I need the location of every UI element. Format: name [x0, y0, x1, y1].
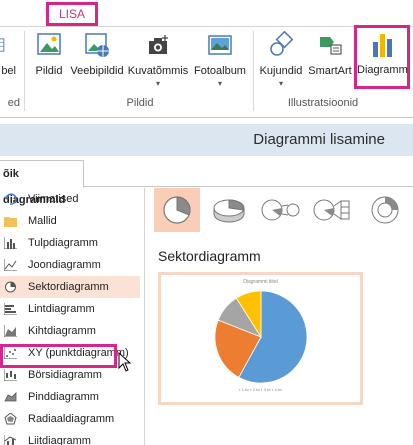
preview-pie-chart [214, 290, 308, 384]
online-pictures-icon [85, 33, 109, 57]
list-item-surface[interactable]: Pinddiagramm [0, 386, 140, 408]
column-chart-icon [4, 237, 17, 249]
list-item-combo[interactable]: Liitdiagramm [0, 430, 140, 445]
veebipildid-label: Veebipildid [70, 65, 124, 77]
ribbon: LISA bel ed Pildid Veebipildid Kuvatõmmi… [0, 0, 413, 118]
chart-preview: Diagrammi tiitel ▪ 1.kv ▪ 2.kv ▪ 3.kv ▪ … [158, 272, 363, 405]
kujundid-button[interactable]: Kujundid ▾ [256, 31, 306, 107]
surface-chart-icon [4, 392, 17, 402]
subtype-bar-of-pie[interactable] [310, 188, 356, 232]
list-item-bar[interactable]: Lintdiagramm [0, 298, 140, 320]
photo-album-icon [208, 35, 232, 55]
table-button-label: bel [1, 65, 16, 77]
chevron-down-icon: ▾ [155, 79, 160, 88]
3d-pie-subtype-icon [213, 199, 245, 223]
ribbon-body: bel ed Pildid Veebipildid Kuvatõmmis ▾ F… [0, 26, 413, 118]
combo-chart-icon [4, 435, 17, 445]
chevron-down-icon: ▾ [278, 79, 283, 88]
smartart-label: SmartArt [308, 65, 352, 77]
list-item-line[interactable]: Joondiagramm [0, 254, 140, 276]
dialog-tabstrip: õik diagrammid [0, 156, 413, 206]
diagramm-button[interactable]: Diagramm [354, 25, 410, 89]
line-chart-icon [4, 259, 17, 271]
subtype-pie[interactable] [154, 188, 200, 232]
chart-type-list: Viimatised Mallid Tulpdiagramm Joondiagr… [0, 188, 145, 445]
table-button[interactable]: bel [0, 31, 16, 107]
fotoalbum-label: Fotoalbum [194, 65, 246, 77]
subtype-title: Sektordiagramm [158, 248, 261, 264]
bar-chart-icon [4, 303, 17, 315]
bar-of-pie-subtype-icon [313, 199, 350, 221]
list-item-column[interactable]: Tulpdiagramm [0, 232, 140, 254]
list-item-area[interactable]: Kihtdiagramm [0, 320, 140, 342]
list-item-radar[interactable]: Radiaaldiagramm [0, 408, 140, 430]
subtype-doughnut[interactable] [362, 188, 408, 232]
chart-subtype-pane: Sektordiagramm Diagrammi tiitel ▪ 1.kv ▪… [146, 188, 413, 445]
list-item-pie[interactable]: Sektordiagramm [0, 276, 140, 298]
recent-icon [4, 193, 17, 205]
fotoalbum-button[interactable]: Fotoalbum ▾ [190, 31, 250, 107]
preview-chart-title: Diagrammi tiitel [243, 279, 278, 285]
pie-chart-icon [5, 281, 16, 293]
subtype-gallery [154, 188, 409, 238]
selection-highlight [0, 344, 117, 368]
separator [253, 31, 254, 111]
preview-legend: ▪ 1.kv ▪ 2.kv ▪ 3.kv ▪ 4.kv [239, 387, 282, 392]
kuvatommis-button[interactable]: Kuvatõmmis ▾ [126, 31, 190, 107]
group-label-pildid: Pildid [126, 97, 154, 109]
subtype-3d-pie[interactable] [206, 188, 252, 232]
tab-lisa[interactable]: LISA [46, 2, 98, 26]
list-item-recent[interactable]: Viimatised [0, 188, 140, 210]
stock-chart-icon [4, 369, 17, 381]
list-item-templates[interactable]: Mallid [0, 210, 140, 232]
subtype-pie-of-pie[interactable] [258, 188, 304, 232]
dialog-title: Diagrammi lisamine [253, 131, 385, 148]
screenshot-icon [149, 35, 168, 54]
pildid-button[interactable]: Pildid [30, 31, 68, 107]
veebipildid-button[interactable]: Veebipildid [68, 31, 126, 107]
area-chart-icon [4, 325, 17, 337]
chart-icon [373, 34, 392, 57]
pie-subtype-icon [163, 196, 191, 224]
smartart-button[interactable]: SmartArt [306, 31, 354, 107]
smartart-icon [320, 37, 342, 55]
dialog-titlebar: Diagrammi lisamine [0, 124, 413, 156]
insert-chart-dialog: Diagrammi lisamine õik diagrammid Viimat… [0, 118, 413, 445]
group-label-tables: ed [7, 97, 20, 109]
pictures-icon [37, 33, 61, 55]
doughnut-subtype-icon [371, 196, 399, 224]
pildid-label: Pildid [35, 65, 63, 77]
chevron-down-icon: ▾ [217, 79, 222, 88]
kujundid-label: Kujundid [259, 65, 303, 77]
kuvatommis-label: Kuvatõmmis [127, 65, 189, 77]
separator [24, 31, 25, 111]
table-icon [0, 38, 5, 52]
group-label-illustratsioonid: Illustratsioonid [287, 97, 359, 109]
folder-icon [4, 217, 17, 227]
pie-of-pie-subtype-icon [261, 199, 300, 221]
diagramm-label: Diagramm [357, 64, 408, 76]
mouse-cursor-icon [118, 352, 132, 372]
shapes-icon [270, 31, 294, 56]
radar-chart-icon [4, 413, 17, 425]
tab-all-charts[interactable]: õik diagrammid [0, 160, 84, 206]
